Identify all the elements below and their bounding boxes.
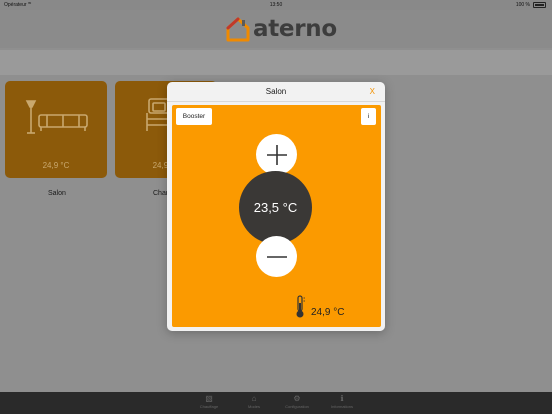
tab-configuration[interactable]: ⚙ Configuration — [277, 394, 317, 410]
thermometer-tab-icon: ▧ — [205, 394, 213, 403]
info-tab-icon: ℹ — [340, 394, 344, 403]
toolbar-strip — [0, 50, 552, 75]
booster-button[interactable]: Booster — [176, 108, 212, 125]
battery-percentage: 100 % — [515, 2, 530, 8]
room-tile-salon[interactable]: 24,9 °C — [5, 81, 107, 178]
setpoint-display: 23,5 °C — [239, 171, 312, 244]
setpoint-value: 23,5 °C — [253, 200, 298, 215]
decrease-temp-button[interactable] — [256, 236, 297, 277]
modal-title: Salon — [265, 87, 287, 96]
plus-icon — [266, 144, 287, 165]
home-tab-icon: ⌂ — [251, 394, 257, 403]
room-control-modal: Salon X Booster i 23,5 °C 24,9 °C — [167, 82, 385, 331]
logo-text: aterno — [253, 16, 337, 42]
modal-header: Salon X — [167, 82, 385, 102]
app-header: aterno — [0, 10, 552, 48]
tab-label: Chauffage — [199, 404, 219, 409]
tab-label: Informations — [330, 404, 353, 409]
tab-informations[interactable]: ℹ Informations — [322, 394, 362, 410]
sofa-lamp-icon — [25, 100, 88, 134]
tab-bar: ▧ Chauffage ⌂ Modes ⚙ Configuration ℹ In… — [0, 392, 552, 414]
increase-temp-button[interactable] — [256, 134, 297, 175]
close-button[interactable]: X — [370, 87, 375, 96]
tab-chauffage[interactable]: ▧ Chauffage — [189, 394, 229, 410]
tab-modes[interactable]: ⌂ Modes — [234, 394, 274, 410]
room-temp: 24,9 °C — [42, 161, 70, 170]
minus-icon — [266, 255, 287, 258]
battery-icon — [533, 2, 546, 8]
room-name: Salon — [48, 190, 66, 197]
tab-label: Configuration — [285, 404, 309, 409]
status-bar: Opérateur ≈ 13:50 100 % — [0, 0, 552, 10]
thermostat-panel: Booster i 23,5 °C 24,9 °C — [172, 105, 381, 327]
house-logo-icon — [226, 17, 250, 42]
tab-label: Modes — [247, 404, 260, 409]
status-time: 13:50 — [269, 2, 283, 8]
info-button[interactable]: i — [361, 108, 376, 125]
app-logo: aterno — [225, 15, 337, 43]
thermometer-icon — [296, 295, 305, 318]
settings-tab-icon: ⚙ — [293, 394, 301, 403]
measured-temperature: 24,9 °C — [311, 307, 345, 318]
